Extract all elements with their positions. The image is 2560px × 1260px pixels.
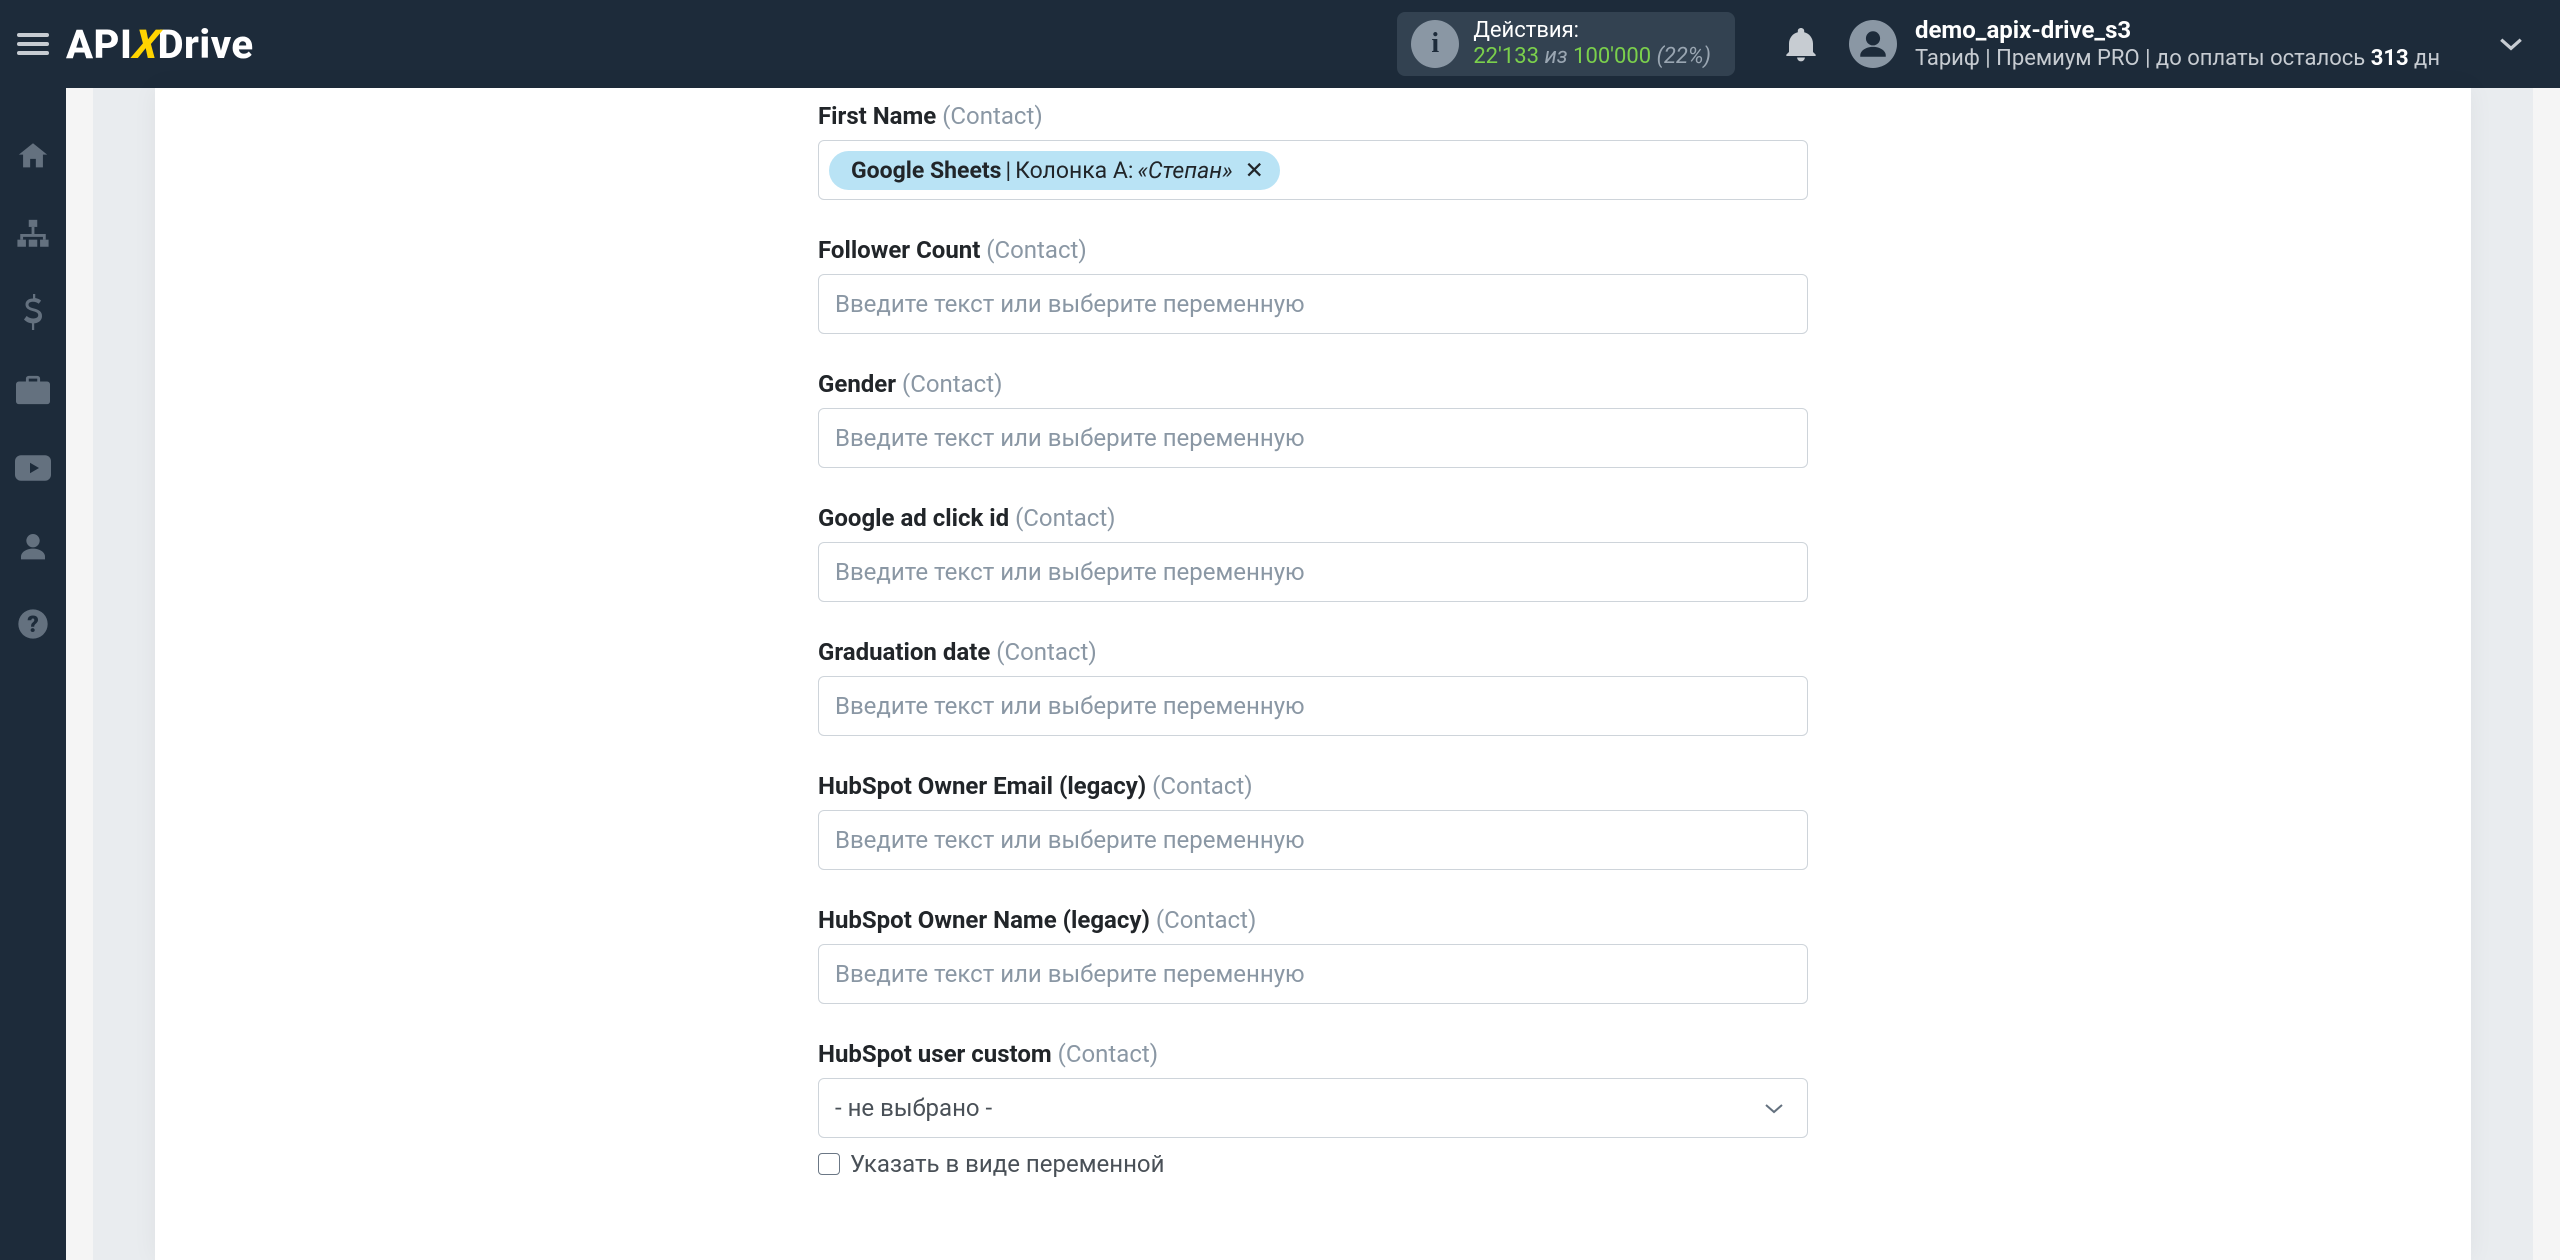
field-gender: Gender (Contact) Введите текст или выбер…	[818, 370, 1808, 468]
hamburger-button[interactable]	[0, 0, 66, 88]
page: First Name (Contact) Google Sheets | Кол…	[66, 88, 2560, 1260]
actions-text: Действия: 22'133 из 100'000 (22%)	[1473, 18, 1711, 71]
avatar	[1849, 20, 1897, 68]
label-suffix: (Contact)	[1015, 504, 1115, 532]
label-text: HubSpot Owner Email (legacy)	[818, 772, 1146, 800]
user-text: demo_apix-drive_s3 Тариф | Премиум PRO |…	[1915, 15, 2440, 73]
as-variable-checkbox[interactable]: Указать в виде переменной	[818, 1150, 1808, 1178]
field-label: Follower Count (Contact)	[818, 236, 1808, 264]
label-text: Follower Count	[818, 236, 980, 264]
label-suffix: (Contact)	[996, 638, 1096, 666]
rail-help[interactable]: ?	[14, 605, 52, 643]
field-graduation-date: Graduation date (Contact) Введите текст …	[818, 638, 1808, 736]
field-hubspot-owner-name: HubSpot Owner Name (legacy) (Contact) Вв…	[818, 906, 1808, 1004]
follower-count-input[interactable]: Введите текст или выберите переменную	[818, 274, 1808, 334]
hubspot-user-custom-select[interactable]: - не выбрано -	[818, 1078, 1808, 1138]
brand-drive: Drive	[158, 21, 254, 68]
label-text: HubSpot user custom	[818, 1040, 1052, 1068]
tariff-days: 313	[2371, 46, 2409, 71]
actions-used: 22'133	[1473, 44, 1539, 69]
field-hubspot-owner-email: HubSpot Owner Email (legacy) (Contact) В…	[818, 772, 1808, 870]
dollar-icon	[22, 294, 44, 330]
bell-icon	[1785, 26, 1817, 62]
question-icon: ?	[17, 608, 49, 640]
checkbox-label: Указать в виде переменной	[850, 1150, 1164, 1178]
actions-total: 100'000	[1573, 44, 1651, 69]
side-rail: ?	[0, 88, 66, 1260]
hamburger-icon	[17, 33, 49, 55]
select-value: - не выбрано -	[818, 1078, 1808, 1138]
token-value: «Степан»	[1137, 157, 1232, 184]
actions-pct: (22%)	[1657, 44, 1711, 69]
field-label: Google ad click id (Contact)	[818, 504, 1808, 532]
tariff-mid: | до оплаты осталось	[2140, 46, 2371, 71]
brand-logo[interactable]: API X Drive	[66, 21, 254, 68]
actions-label: Действия:	[1473, 18, 1711, 44]
token-remove-icon[interactable]: ✕	[1245, 157, 1264, 184]
form-column: First Name (Contact) Google Sheets | Кол…	[818, 88, 1808, 1178]
form-card: First Name (Contact) Google Sheets | Кол…	[155, 88, 2471, 1260]
brand-api: API	[66, 21, 132, 68]
first-name-input[interactable]: Google Sheets | Колонка A: «Степан» ✕	[818, 140, 1808, 200]
user-icon	[1856, 27, 1890, 61]
label-suffix: (Contact)	[902, 370, 1002, 398]
rail-account[interactable]	[14, 527, 52, 565]
label-suffix: (Contact)	[1152, 772, 1252, 800]
sitemap-icon	[16, 219, 50, 249]
checkbox-icon	[818, 1153, 840, 1175]
label-suffix: (Contact)	[1058, 1040, 1158, 1068]
label-text: Gender	[818, 370, 896, 398]
label-text: HubSpot Owner Name (legacy)	[818, 906, 1150, 934]
field-label: First Name (Contact)	[818, 102, 1808, 130]
svg-text:?: ?	[27, 611, 39, 638]
field-first-name: First Name (Contact) Google Sheets | Кол…	[818, 102, 1808, 200]
label-suffix: (Contact)	[942, 102, 1042, 130]
label-suffix: (Contact)	[1156, 906, 1256, 934]
token-sep: |	[1006, 157, 1012, 184]
field-label: HubSpot user custom (Contact)	[818, 1040, 1808, 1068]
actions-counter[interactable]: i Действия: 22'133 из 100'000 (22%)	[1397, 12, 1735, 76]
rail-youtube[interactable]	[14, 449, 52, 487]
info-icon: i	[1411, 20, 1459, 68]
gender-input[interactable]: Введите текст или выберите переменную	[818, 408, 1808, 468]
token-column: Колонка A:	[1015, 157, 1133, 184]
home-icon	[16, 139, 50, 173]
field-label: Graduation date (Contact)	[818, 638, 1808, 666]
field-hubspot-user-custom: HubSpot user custom (Contact) - не выбра…	[818, 1040, 1808, 1178]
field-follower-count: Follower Count (Contact) Введите текст и…	[818, 236, 1808, 334]
graduation-date-input[interactable]: Введите текст или выберите переменную	[818, 676, 1808, 736]
user-icon	[17, 530, 49, 562]
briefcase-icon	[16, 375, 50, 405]
label-text: Google ad click id	[818, 504, 1009, 532]
rail-sitemap[interactable]	[14, 215, 52, 253]
label-suffix: (Contact)	[986, 236, 1086, 264]
google-ad-click-id-input[interactable]: Введите текст или выберите переменную	[818, 542, 1808, 602]
field-label: HubSpot Owner Name (legacy) (Contact)	[818, 906, 1808, 934]
user-name: demo_apix-drive_s3	[1915, 15, 2440, 45]
variable-token[interactable]: Google Sheets | Колонка A: «Степан» ✕	[829, 151, 1280, 190]
rail-home[interactable]	[14, 137, 52, 175]
tariff-prefix: Тариф |	[1915, 46, 1996, 71]
chevron-down-icon	[2498, 36, 2524, 52]
actions-of: из	[1544, 44, 1567, 69]
rail-billing[interactable]	[14, 293, 52, 331]
field-google-ad-click-id: Google ad click id (Contact) Введите тек…	[818, 504, 1808, 602]
app-header: API X Drive i Действия: 22'133 из 100'00…	[0, 0, 2560, 88]
hubspot-owner-name-input[interactable]: Введите текст или выберите переменную	[818, 944, 1808, 1004]
notifications-button[interactable]	[1785, 26, 1821, 62]
tariff-plan: Премиум PRO	[1996, 46, 2139, 71]
youtube-icon	[15, 455, 51, 481]
rail-briefcase[interactable]	[14, 371, 52, 409]
tariff-days-suffix: дн	[2409, 46, 2440, 71]
label-text: Graduation date	[818, 638, 990, 666]
tariff-line: Тариф | Премиум PRO | до оплаты осталось…	[1915, 45, 2440, 73]
user-menu[interactable]: demo_apix-drive_s3 Тариф | Премиум PRO |…	[1849, 15, 2524, 73]
field-label: Gender (Contact)	[818, 370, 1808, 398]
token-source: Google Sheets	[851, 157, 1002, 184]
label-text: First Name	[818, 102, 936, 130]
hubspot-owner-email-input[interactable]: Введите текст или выберите переменную	[818, 810, 1808, 870]
field-label: HubSpot Owner Email (legacy) (Contact)	[818, 772, 1808, 800]
